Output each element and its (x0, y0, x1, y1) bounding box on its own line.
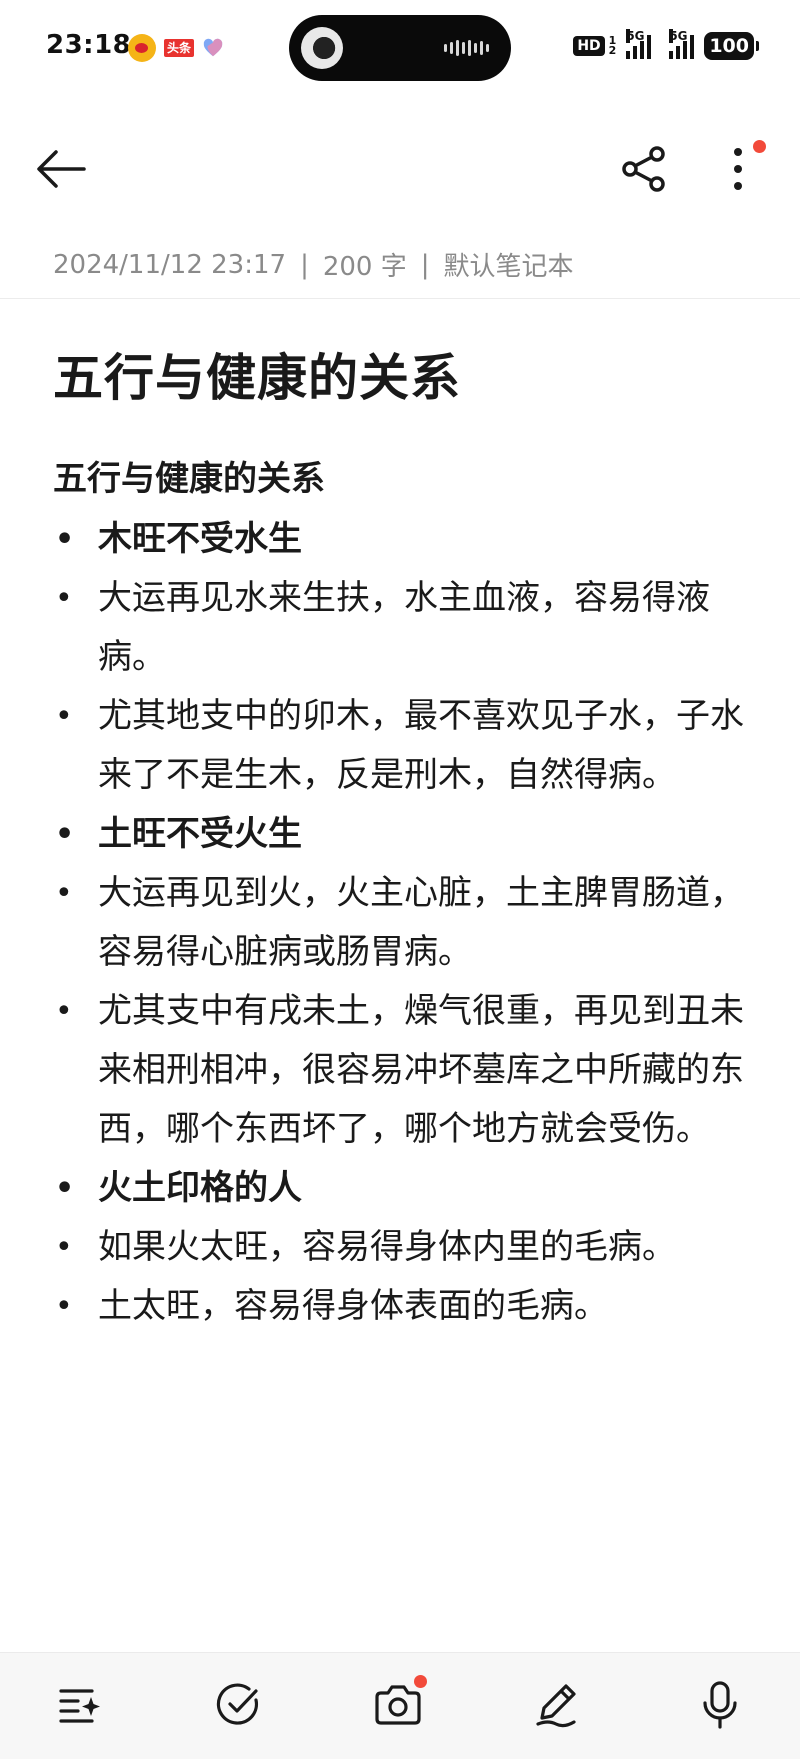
more-vertical-icon (734, 148, 742, 190)
pen-icon (536, 1684, 576, 1728)
battery-icon: 100 (704, 32, 759, 60)
note-title[interactable]: 五行与健康的关系 (53, 338, 461, 410)
note-word-count: 200 字 (322, 252, 407, 282)
top-toolbar (0, 120, 800, 220)
dynamic-island[interactable] (289, 15, 511, 81)
notification-icons: 头条 (128, 34, 224, 62)
list-item: 火土印格的人 (53, 1159, 753, 1218)
note-datetime: 2024/11/12 23:17 (53, 249, 287, 280)
note-meta: 2024/11/12 23:17 | 200 字 | 默认笔记本 (53, 246, 574, 283)
signal-icon-2: 5G (669, 29, 695, 59)
list-item: 如果火太旺，容易得身体内里的毛病。 (53, 1218, 753, 1277)
list-ai-icon (59, 1689, 100, 1723)
more-button[interactable] (703, 134, 773, 204)
notification-dot (753, 140, 766, 153)
list-item: 尤其支中有戌未土，燥气很重，再见到丑未来相刑相冲，很容易冲坏墓库之中所藏的东西，… (53, 982, 753, 1159)
bottom-toolbar (0, 1652, 800, 1759)
notification-dot (414, 1675, 427, 1688)
heart-app-icon (203, 38, 223, 57)
media-thumbnail (301, 27, 343, 69)
list-item: 大运再见到火，火主心脏，土主脾胃肠道，容易得心脏病或肠胃病。 (53, 864, 753, 982)
meta-separator: | (300, 249, 309, 280)
list-item: 尤其地支中的卯木，最不喜欢见子水，子水来了不是生木，反是刑木，自然得病。 (53, 687, 753, 805)
microphone-icon (703, 1681, 737, 1729)
back-button[interactable] (26, 134, 96, 204)
camera-button[interactable] (368, 1675, 428, 1735)
bullet-list: 木旺不受水生 大运再见水来生扶，水主血液，容易得液病。 尤其地支中的卯木，最不喜… (53, 510, 753, 1336)
hd-sub: 1 2 (608, 34, 617, 57)
notebook-name[interactable]: 默认笔记本 (444, 246, 574, 283)
list-item: 大运再见水来生扶，水主血液，容易得液病。 (53, 569, 753, 687)
handwriting-button[interactable] (528, 1675, 588, 1735)
camera-icon (375, 1685, 421, 1725)
voice-button[interactable] (690, 1675, 750, 1735)
checklist-button[interactable] (209, 1675, 269, 1735)
signal-icon-1: 5G (626, 29, 652, 59)
meta-separator: | (420, 249, 430, 280)
status-bar: 23:18 头条 HD 1 2 5G 5G 100 (0, 0, 800, 96)
audio-wave-icon (444, 39, 489, 57)
hd-badge: HD (573, 36, 605, 56)
list-item: 土旺不受火生 (53, 805, 753, 864)
note-body[interactable]: 五行与健康的关系 木旺不受水生 大运再见水来生扶，水主血液，容易得液病。 尤其地… (53, 452, 753, 1336)
share-button[interactable] (609, 134, 679, 204)
header-divider (0, 298, 800, 299)
weibo-icon (128, 34, 156, 62)
status-time: 23:18 (46, 30, 132, 60)
share-icon (622, 146, 665, 192)
system-indicators: HD 1 2 5G 5G 100 (573, 29, 759, 60)
list-item: 土太旺，容易得身体表面的毛病。 (53, 1277, 753, 1336)
arrow-left-icon (37, 150, 86, 188)
checkbox-icon (216, 1683, 259, 1725)
note-heading: 五行与健康的关系 (53, 459, 325, 499)
notes-editor-screen: 23:18 头条 HD 1 2 5G 5G 100 2024/11/12 23:… (0, 0, 800, 1759)
list-item: 木旺不受水生 (53, 510, 753, 569)
format-button[interactable] (50, 1675, 110, 1735)
toutiao-icon: 头条 (164, 39, 195, 57)
